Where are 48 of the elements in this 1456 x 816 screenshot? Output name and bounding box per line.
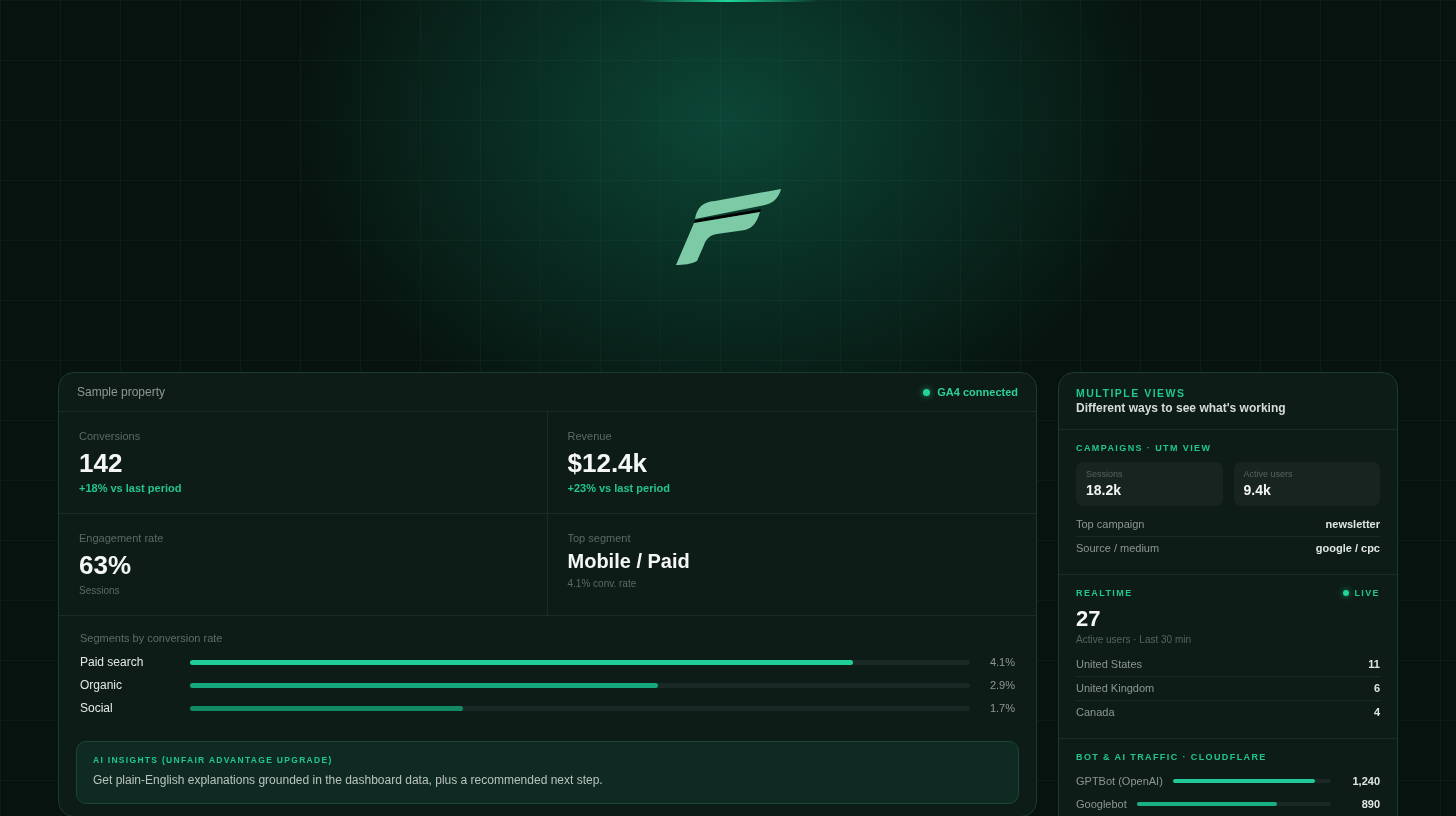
metric-value: Mobile / Paid xyxy=(567,550,691,574)
card-eyebrow: MULTIPLE VIEWS xyxy=(1076,387,1187,399)
metric-label: Engagement rate xyxy=(79,532,165,546)
status-label: GA4 connected xyxy=(937,386,1018,398)
row-label: Top campaign xyxy=(1076,518,1145,531)
section-title: Segments by conversion rate xyxy=(80,631,224,645)
metric-caption: Sessions xyxy=(79,584,121,597)
segment-label: Paid search xyxy=(80,655,145,669)
country-count: 11 xyxy=(1368,658,1380,671)
section-title: REALTIME xyxy=(1076,588,1133,598)
bot-count: 1,240 xyxy=(1351,774,1380,787)
country-name: United Kingdom xyxy=(1076,682,1155,695)
segment-label: Social xyxy=(80,701,114,715)
live-label: LIVE xyxy=(1354,588,1380,598)
bot-name: GPTBot (OpenAI) xyxy=(1076,774,1163,787)
country-name: United States xyxy=(1076,658,1143,671)
metric-label: Top segment xyxy=(567,532,632,546)
row-value: google / cpc xyxy=(1315,542,1380,555)
row-value: newsletter xyxy=(1325,518,1380,531)
segment-rate: 4.1% xyxy=(988,656,1015,668)
segment-rate: 1.7% xyxy=(988,702,1015,714)
metric-value: 63% xyxy=(79,550,133,581)
section-title: CAMPAIGNS · UTM VIEW xyxy=(1076,443,1213,453)
bot-name: Googlebot xyxy=(1076,797,1127,810)
realtime-caption: Active users · Last 30 min xyxy=(1076,634,1193,646)
property-name: Sample property xyxy=(77,385,166,399)
segment-rate: 2.9% xyxy=(988,679,1015,691)
tile-value: 18.2k xyxy=(1086,482,1123,499)
bot-count: 890 xyxy=(1360,797,1380,810)
tile-value: 9.4k xyxy=(1243,482,1272,499)
metric-value: $12.4k xyxy=(567,448,649,479)
metric-change: +18% vs last period xyxy=(79,482,183,496)
f-logo-icon xyxy=(674,188,782,266)
card-title: Different ways to see what's working xyxy=(1076,401,1287,416)
country-name: Canada xyxy=(1076,706,1115,719)
row-label: Source / medium xyxy=(1076,542,1160,555)
segment-label: Organic xyxy=(80,678,124,692)
metric-change: +23% vs last period xyxy=(567,482,671,496)
realtime-count: 27 xyxy=(1076,606,1102,632)
section-title: BOT & AI TRAFFIC · CLOUDFLARE xyxy=(1076,752,1268,762)
metric-label: Conversions xyxy=(79,430,142,443)
country-count: 6 xyxy=(1373,682,1380,695)
insight-title: AI INSIGHTS (UNFAIR ADVANTAGE UPGRADE) xyxy=(93,754,334,765)
insight-text: Get plain-English explanations grounded in the dashboard data, plus a recommended next step. xyxy=(93,772,604,787)
country-count: 4 xyxy=(1373,706,1380,719)
metric-value: 142 xyxy=(79,448,124,479)
metric-label: Revenue xyxy=(567,430,613,443)
metric-caption: 4.1% conv. rate xyxy=(567,577,638,590)
